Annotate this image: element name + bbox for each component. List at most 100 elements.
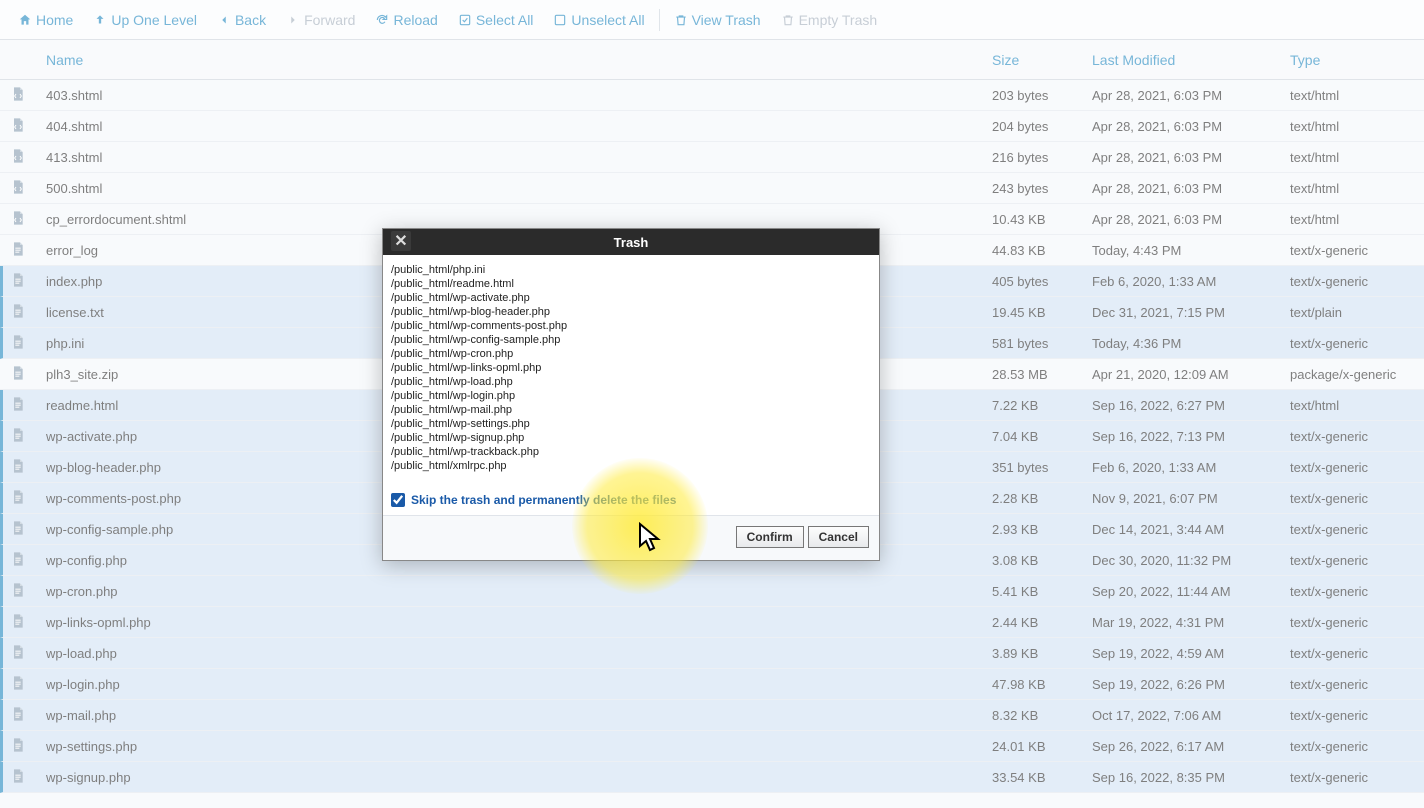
cell-size: 3.08 KB xyxy=(992,553,1092,568)
forward-button[interactable]: Forward xyxy=(276,8,365,32)
cell-modified: Sep 16, 2022, 8:35 PM xyxy=(1092,770,1290,785)
file-icon xyxy=(10,489,26,507)
table-row[interactable]: wp-login.php47.98 KBSep 19, 2022, 6:26 P… xyxy=(0,669,1424,700)
trash-list-item: /public_html/wp-signup.php xyxy=(391,431,875,445)
back-label: Back xyxy=(235,12,266,28)
empty-trash-button[interactable]: Empty Trash xyxy=(771,8,888,32)
col-header-size[interactable]: Size xyxy=(992,52,1092,68)
cell-type: text/x-generic xyxy=(1290,429,1414,444)
table-row[interactable]: wp-links-opml.php2.44 KBMar 19, 2022, 4:… xyxy=(0,607,1424,638)
cell-type: text/x-generic xyxy=(1290,522,1414,537)
table-row[interactable]: wp-mail.php8.32 KBOct 17, 2022, 7:06 AMt… xyxy=(0,700,1424,731)
file-icon xyxy=(10,241,26,259)
trash-list-item: /public_html/wp-load.php xyxy=(391,375,875,389)
cell-modified: Feb 6, 2020, 1:33 AM xyxy=(1092,274,1290,289)
cell-type: text/x-generic xyxy=(1290,646,1414,661)
file-icon xyxy=(10,148,26,166)
col-header-type[interactable]: Type xyxy=(1290,52,1414,68)
cell-modified: Oct 17, 2022, 7:06 AM xyxy=(1092,708,1290,723)
skip-trash-checkbox-row[interactable]: Skip the trash and permanently delete th… xyxy=(391,493,875,507)
skip-trash-checkbox[interactable] xyxy=(391,493,405,507)
col-header-name[interactable]: Name xyxy=(46,52,992,68)
trash-list-item: /public_html/wp-links-opml.php xyxy=(391,361,875,375)
trash-list-item: /public_html/wp-activate.php xyxy=(391,291,875,305)
reload-label: Reload xyxy=(393,12,437,28)
home-button[interactable]: Home xyxy=(8,8,83,32)
unselect-all-icon xyxy=(553,13,567,27)
file-icon xyxy=(10,303,26,321)
trash-list-item: /public_html/php.ini xyxy=(391,263,875,277)
file-icon xyxy=(10,334,26,352)
cell-size: 351 bytes xyxy=(992,460,1092,475)
table-row[interactable]: 404.shtml204 bytesApr 28, 2021, 6:03 PMt… xyxy=(0,111,1424,142)
modal-close-button[interactable]: ✕ xyxy=(391,231,411,251)
cell-modified: Sep 19, 2022, 4:59 AM xyxy=(1092,646,1290,661)
table-row[interactable]: 500.shtml243 bytesApr 28, 2021, 6:03 PMt… xyxy=(0,173,1424,204)
cell-size: 5.41 KB xyxy=(992,584,1092,599)
file-icon xyxy=(10,768,26,786)
modal-footer: Confirm Cancel xyxy=(383,515,879,560)
cell-modified: Today, 4:43 PM xyxy=(1092,243,1290,258)
modal-body[interactable]: /public_html/php.ini/public_html/readme.… xyxy=(383,255,879,515)
view-trash-button[interactable]: View Trash xyxy=(664,8,771,32)
cell-modified: Dec 31, 2021, 7:15 PM xyxy=(1092,305,1290,320)
cell-type: text/x-generic xyxy=(1290,739,1414,754)
cell-modified: Today, 4:36 PM xyxy=(1092,336,1290,351)
cell-size: 2.44 KB xyxy=(992,615,1092,630)
cell-type: text/html xyxy=(1290,398,1414,413)
up-icon xyxy=(93,13,107,27)
modal-title: Trash xyxy=(614,235,649,250)
back-button[interactable]: Back xyxy=(207,8,276,32)
cell-type: text/x-generic xyxy=(1290,770,1414,785)
cell-name: wp-load.php xyxy=(46,646,992,661)
up-button[interactable]: Up One Level xyxy=(83,8,207,32)
back-icon xyxy=(217,13,231,27)
cell-type: text/x-generic xyxy=(1290,677,1414,692)
home-icon xyxy=(18,13,32,27)
table-row[interactable]: 413.shtml216 bytesApr 28, 2021, 6:03 PMt… xyxy=(0,142,1424,173)
cell-size: 19.45 KB xyxy=(992,305,1092,320)
cell-size: 33.54 KB xyxy=(992,770,1092,785)
toolbar-separator xyxy=(659,9,660,31)
file-icon xyxy=(10,365,26,383)
select-all-icon xyxy=(458,13,472,27)
trash-icon xyxy=(674,13,688,27)
cell-size: 204 bytes xyxy=(992,119,1092,134)
cell-name: 500.shtml xyxy=(46,181,992,196)
reload-icon xyxy=(375,13,389,27)
table-row[interactable]: wp-load.php3.89 KBSep 19, 2022, 4:59 AMt… xyxy=(0,638,1424,669)
table-row[interactable]: wp-cron.php5.41 KBSep 20, 2022, 11:44 AM… xyxy=(0,576,1424,607)
cancel-button[interactable]: Cancel xyxy=(808,526,869,548)
cell-name: cp_errordocument.shtml xyxy=(46,212,992,227)
cell-size: 7.22 KB xyxy=(992,398,1092,413)
col-header-modified[interactable]: Last Modified xyxy=(1092,52,1290,68)
confirm-button[interactable]: Confirm xyxy=(736,526,804,548)
cell-size: 203 bytes xyxy=(992,88,1092,103)
cell-name: 413.shtml xyxy=(46,150,992,165)
empty-trash-icon xyxy=(781,13,795,27)
cell-size: 7.04 KB xyxy=(992,429,1092,444)
file-icon xyxy=(10,737,26,755)
cell-name: 403.shtml xyxy=(46,88,992,103)
trash-list-item: /public_html/wp-trackback.php xyxy=(391,445,875,459)
cell-name: wp-signup.php xyxy=(46,770,992,785)
cell-type: text/x-generic xyxy=(1290,708,1414,723)
unselect-all-button[interactable]: Unselect All xyxy=(543,8,654,32)
cell-name: 404.shtml xyxy=(46,119,992,134)
cell-modified: Apr 28, 2021, 6:03 PM xyxy=(1092,181,1290,196)
trash-list-item: /public_html/xmlrpc.php xyxy=(391,459,875,473)
empty-trash-label: Empty Trash xyxy=(799,12,878,28)
trash-list-item: /public_html/wp-settings.php xyxy=(391,417,875,431)
cell-size: 28.53 MB xyxy=(992,367,1092,382)
table-row[interactable]: wp-settings.php24.01 KBSep 26, 2022, 6:1… xyxy=(0,731,1424,762)
reload-button[interactable]: Reload xyxy=(365,8,447,32)
cell-size: 2.28 KB xyxy=(992,491,1092,506)
cell-type: text/html xyxy=(1290,150,1414,165)
forward-icon xyxy=(286,13,300,27)
select-all-button[interactable]: Select All xyxy=(448,8,544,32)
cell-type: text/html xyxy=(1290,88,1414,103)
cell-type: text/plain xyxy=(1290,305,1414,320)
table-row[interactable]: 403.shtml203 bytesApr 28, 2021, 6:03 PMt… xyxy=(0,80,1424,111)
cell-modified: Sep 19, 2022, 6:26 PM xyxy=(1092,677,1290,692)
table-row[interactable]: wp-signup.php33.54 KBSep 16, 2022, 8:35 … xyxy=(0,762,1424,793)
